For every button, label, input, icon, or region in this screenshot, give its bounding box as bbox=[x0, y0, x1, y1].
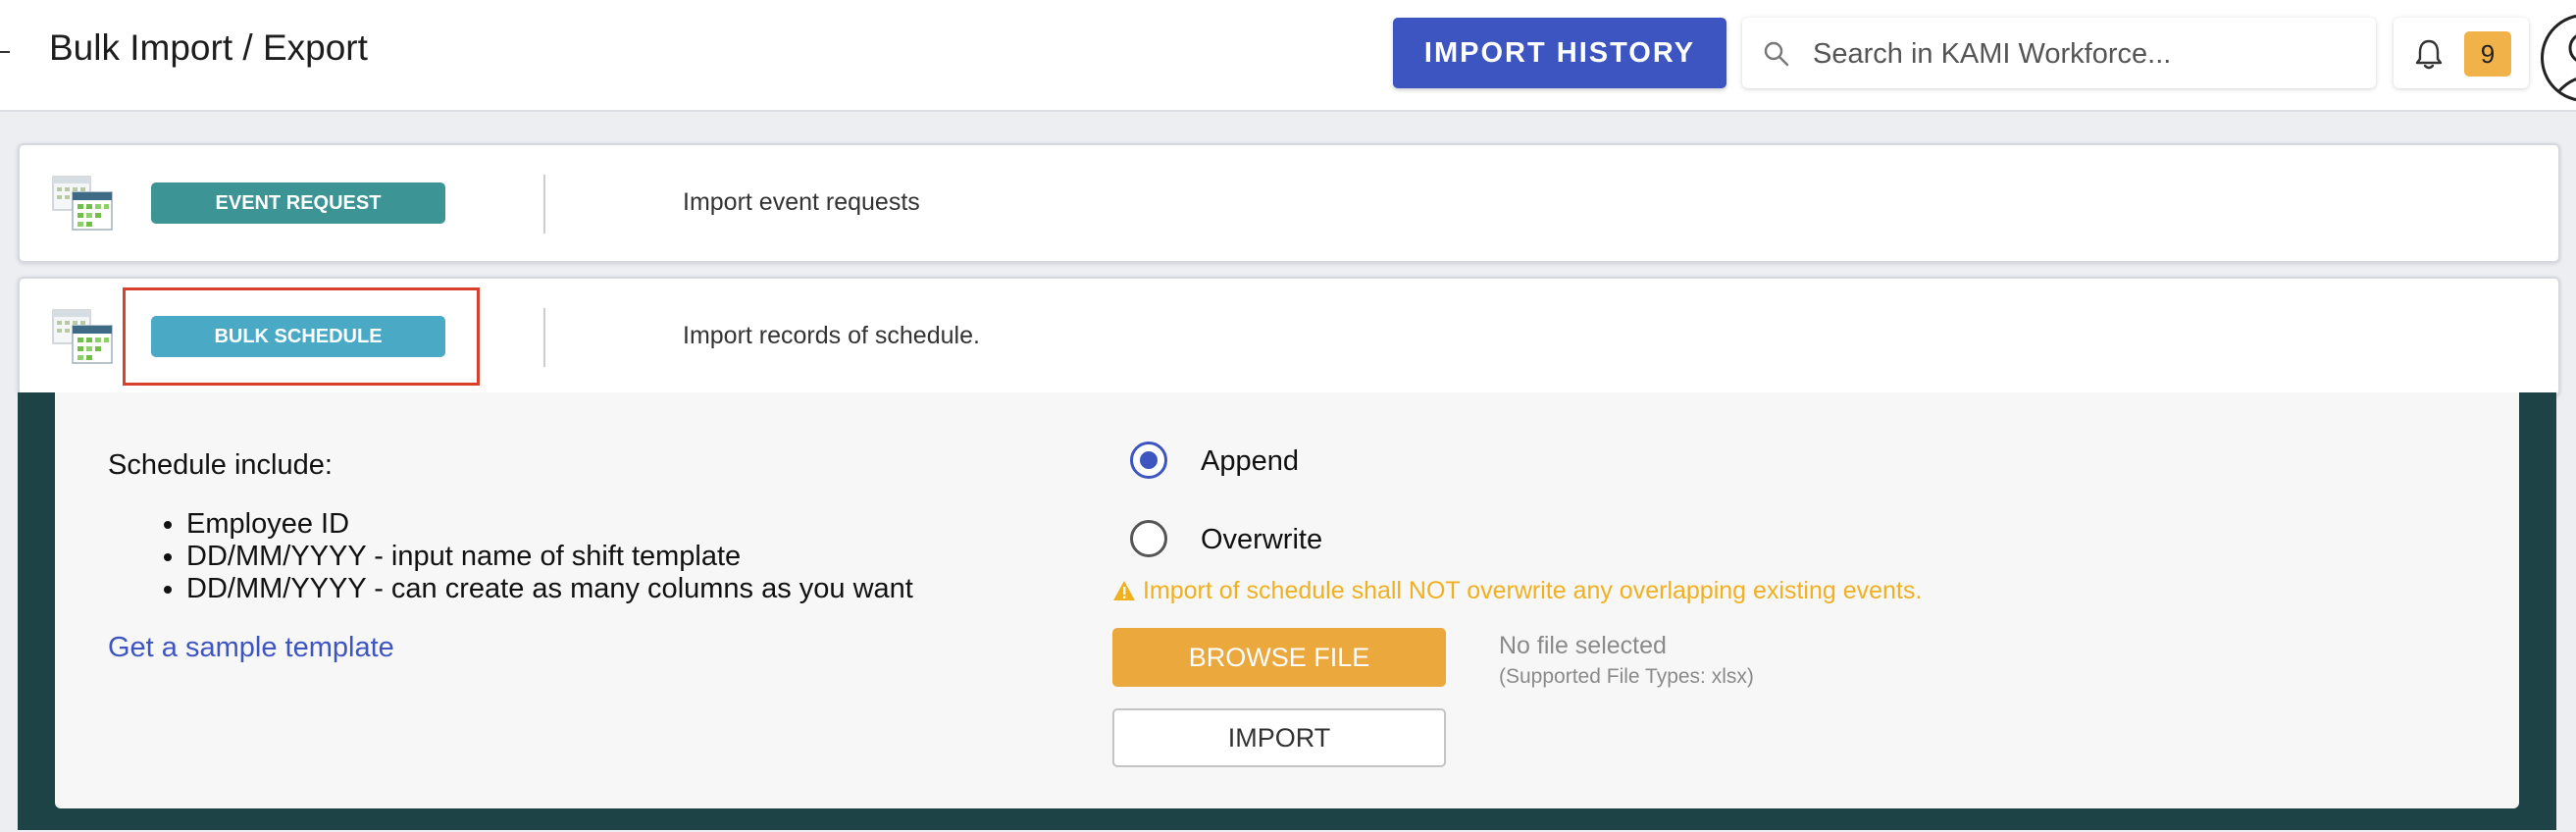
radio-dot bbox=[1140, 451, 1158, 469]
browse-file-button[interactable]: BROWSE FILE bbox=[1112, 628, 1446, 687]
page-title: Bulk Import / Export bbox=[49, 27, 368, 68]
import-history-button[interactable]: IMPORT HISTORY bbox=[1393, 18, 1726, 88]
overwrite-label: Overwrite bbox=[1201, 524, 1323, 555]
warning-icon bbox=[1113, 581, 1135, 600]
file-status: No file selected bbox=[1499, 632, 1667, 659]
append-radio[interactable] bbox=[1130, 442, 1167, 479]
event-request-description: Import event requests bbox=[683, 188, 920, 216]
selection-highlight bbox=[123, 287, 480, 386]
calendar-icon bbox=[52, 176, 113, 231]
overwrite-warning: Import of schedule shall NOT overwrite a… bbox=[1112, 577, 1922, 605]
user-avatar[interactable] bbox=[2541, 14, 2576, 102]
bulk-schedule-panel: Schedule include: Employee ID DD/MM/YYYY… bbox=[55, 392, 2519, 808]
supported-file-types: (Supported File Types: xlsx) bbox=[1499, 665, 1754, 688]
calendar-icon bbox=[52, 309, 113, 364]
list-item: DD/MM/YYYY - input name of shift templat… bbox=[186, 541, 913, 573]
event-request-card[interactable]: EVENT REQUEST Import event requests bbox=[18, 143, 2560, 263]
back-arrow-icon[interactable] bbox=[0, 51, 10, 53]
user-icon bbox=[2553, 34, 2576, 96]
warning-text: Import of schedule shall NOT overwrite a… bbox=[1142, 577, 1923, 604]
bulk-schedule-description: Import records of schedule. bbox=[683, 322, 980, 349]
notifications-button[interactable]: 9 bbox=[2394, 18, 2529, 88]
notification-count-badge: 9 bbox=[2464, 31, 2511, 77]
schedule-include-title: Schedule include: bbox=[108, 449, 333, 481]
card-divider bbox=[543, 308, 545, 367]
import-button[interactable]: IMPORT bbox=[1112, 708, 1446, 767]
list-item: DD/MM/YYYY - can create as many columns … bbox=[186, 573, 913, 605]
bell-icon bbox=[2415, 39, 2443, 70]
list-item: Employee ID bbox=[186, 508, 913, 541]
top-bar: Bulk Import / Export IMPORT HISTORY 9 bbox=[0, 0, 2576, 112]
overwrite-radio[interactable] bbox=[1130, 520, 1167, 557]
event-request-button[interactable]: EVENT REQUEST bbox=[151, 182, 445, 224]
append-label: Append bbox=[1201, 445, 1299, 477]
search-icon bbox=[1764, 41, 1789, 67]
sample-template-link[interactable]: Get a sample template bbox=[108, 632, 394, 664]
card-divider bbox=[543, 175, 545, 234]
search-input[interactable] bbox=[1811, 31, 2364, 77]
search-box[interactable] bbox=[1742, 18, 2376, 88]
schedule-include-list: Employee ID DD/MM/YYYY - input name of s… bbox=[108, 508, 913, 605]
